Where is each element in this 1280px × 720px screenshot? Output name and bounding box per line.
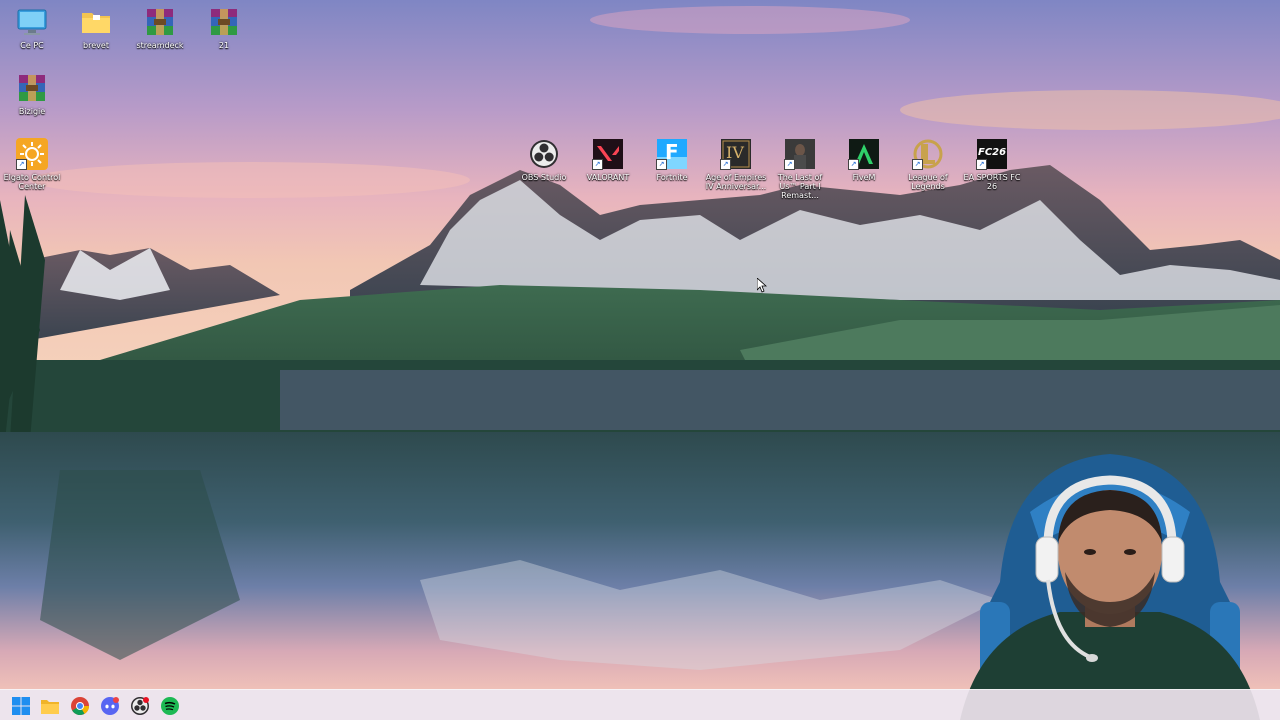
desktop-icon-label: EA SPORTS FC 26: [963, 173, 1021, 191]
discord-icon[interactable]: [99, 695, 121, 717]
obs-studio-icon: [528, 138, 560, 170]
desktop-icon-label: Fortnite: [656, 173, 688, 182]
shortcut-arrow-icon: ↗: [720, 159, 731, 170]
winrar-archive-icon: [16, 72, 48, 104]
desktop-icon-ce-pc[interactable]: Ce PC: [0, 6, 64, 50]
file-explorer-icon[interactable]: [39, 695, 61, 717]
desktop-icon-brevet[interactable]: brevet: [64, 6, 128, 50]
fortnite-glyph: F: [665, 140, 679, 164]
desktop-icon-fortnite[interactable]: F ↗ Fortnite: [640, 138, 704, 182]
desktop: Ce PC brevet streamdeck 21 Bizigie ↗ Elg…: [0, 0, 1280, 720]
fc-glyph: FC26: [978, 147, 1007, 158]
elgato-control-center-icon: ↗: [16, 138, 48, 170]
desktop-icon-elgato-control-center[interactable]: ↗ Elgato Control Center: [0, 138, 64, 191]
obs-studio-icon[interactable]: [129, 695, 151, 717]
taskbar: [0, 689, 1280, 720]
desktop-icon-obs-studio[interactable]: OBS Studio: [512, 138, 576, 182]
desktop-icon-label: Age of Empires IV Anniversar...: [705, 173, 767, 191]
desktop-icon-streamdeck[interactable]: streamdeck: [128, 6, 192, 50]
league-of-legends-icon: ↗: [912, 138, 944, 170]
mouse-cursor-icon: [757, 278, 767, 293]
desktop-icon-label: League of Legends: [908, 173, 948, 191]
desktop-icon-fivem[interactable]: ↗ FiveM: [832, 138, 896, 182]
age-of-empires-icon: IV ↗: [720, 138, 752, 170]
chrome-icon[interactable]: [69, 695, 91, 717]
desktop-icon-valorant[interactable]: ↗ VALORANT: [576, 138, 640, 182]
fortnite-icon: F ↗: [656, 138, 688, 170]
shortcut-arrow-icon: ↗: [592, 159, 603, 170]
desktop-icon-label: Elgato Control Center: [3, 173, 61, 191]
webcam-overlay: [960, 454, 1260, 720]
desktop-icon-bizigie[interactable]: Bizigie: [0, 72, 64, 116]
windows-start-icon[interactable]: [10, 695, 32, 717]
desktop-icon-label: streamdeck: [136, 41, 184, 50]
spotify-icon[interactable]: [159, 695, 181, 717]
desktop-icon-label: The Last of Us™ Part I Remast...: [777, 173, 823, 200]
desktop-icon-label: VALORANT: [586, 173, 630, 182]
desktop-icon-label: Ce PC: [20, 41, 44, 50]
desktop-icon-label: Bizigie: [18, 107, 46, 116]
desktop-icon-label: OBS Studio: [521, 173, 567, 182]
desktop-icon-label: brevet: [83, 41, 109, 50]
desktop-icon-age-of-empires[interactable]: IV ↗ Age of Empires IV Anniversar...: [704, 138, 768, 191]
the-last-of-us-icon: ↗: [784, 138, 816, 170]
shortcut-arrow-icon: ↗: [848, 159, 859, 170]
desktop-icon-label: 21: [218, 41, 230, 50]
shortcut-arrow-icon: ↗: [912, 159, 923, 170]
computer-icon: [16, 6, 48, 38]
shortcut-arrow-icon: ↗: [976, 159, 987, 170]
shortcut-arrow-icon: ↗: [16, 159, 27, 170]
fivem-icon: ↗: [848, 138, 880, 170]
ea-sports-fc-icon: FC26 ↗: [976, 138, 1008, 170]
winrar-archive-icon: [144, 6, 176, 38]
winrar-archive-icon: [208, 6, 240, 38]
folder-icon: [80, 6, 112, 38]
desktop-icon-21[interactable]: 21: [192, 6, 256, 50]
desktop-icon-ea-sports-fc[interactable]: FC26 ↗ EA SPORTS FC 26: [960, 138, 1024, 191]
desktop-icon-league-of-legends[interactable]: ↗ League of Legends: [896, 138, 960, 191]
desktop-icon-the-last-of-us[interactable]: ↗ The Last of Us™ Part I Remast...: [768, 138, 832, 200]
shortcut-arrow-icon: ↗: [656, 159, 667, 170]
valorant-icon: ↗: [592, 138, 624, 170]
desktop-icon-label: FiveM: [852, 173, 876, 182]
shortcut-arrow-icon: ↗: [784, 159, 795, 170]
